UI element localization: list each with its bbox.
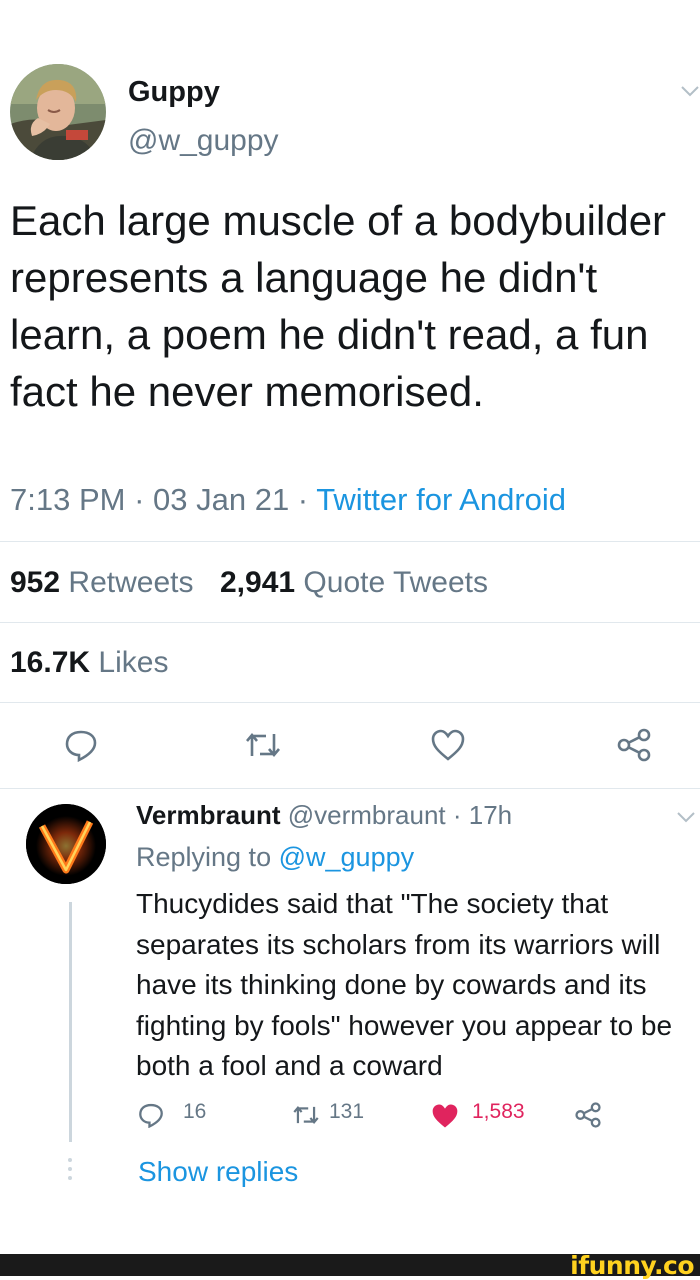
- avatar-image: [26, 804, 106, 884]
- retweets-label: Retweets: [68, 566, 194, 599]
- share-icon[interactable]: [574, 1102, 602, 1128]
- retweets-count: 952: [10, 566, 61, 599]
- liked-heart-icon[interactable]: [430, 1102, 460, 1130]
- quotes-label: Quote Tweets: [303, 566, 488, 599]
- reply-header: Vermbraunt @vermbraunt · 17h: [136, 800, 513, 830]
- tweet-source-link[interactable]: Twitter for Android: [316, 482, 566, 517]
- thread-line: [69, 902, 72, 1142]
- tweet-meta: 7:13 PM · 03 Jan 21 · Twitter for Androi…: [10, 482, 567, 517]
- tweet-date: 03 Jan 21: [153, 482, 290, 517]
- tweet-text: Each large muscle of a bodybuilder repre…: [10, 197, 667, 415]
- tweet-time: 7:13 PM: [10, 482, 126, 517]
- likes-label: Likes: [98, 646, 169, 679]
- reply-author-avatar[interactable]: [26, 804, 106, 884]
- quote-stats[interactable]: 2,941 Quote Tweets: [220, 566, 488, 600]
- reply-time: 17h: [468, 800, 513, 830]
- author-name[interactable]: Guppy: [128, 76, 220, 109]
- like-icon[interactable]: [430, 728, 466, 762]
- chevron-down-icon[interactable]: [680, 84, 700, 98]
- retweet-stats[interactable]: 952 Retweets: [10, 566, 193, 600]
- like-count: 1,583: [472, 1100, 525, 1123]
- thread-dots: [67, 1158, 73, 1185]
- divider: [0, 622, 700, 623]
- likes-count: 16.7K: [10, 646, 91, 679]
- retweet-icon[interactable]: [244, 730, 282, 760]
- show-replies-link[interactable]: Show replies: [138, 1156, 298, 1188]
- author-avatar[interactable]: [10, 64, 106, 160]
- reply-author-name[interactable]: Vermbraunt: [136, 800, 281, 830]
- share-icon[interactable]: [616, 728, 652, 762]
- replying-to-link[interactable]: @w_guppy: [279, 842, 415, 872]
- retweet-icon[interactable]: [292, 1104, 320, 1126]
- avatar-image: [10, 64, 106, 160]
- reply-count: 16: [183, 1100, 207, 1123]
- reply-text: Thucydides said that "The society that s…: [136, 888, 673, 1081]
- retweet-count: 131: [329, 1100, 365, 1123]
- chevron-down-icon[interactable]: [676, 810, 696, 824]
- reply-author-handle[interactable]: @vermbraunt: [288, 800, 446, 830]
- quotes-count: 2,941: [220, 566, 296, 599]
- divider: [0, 541, 700, 542]
- likes-stats[interactable]: 16.7K Likes: [10, 646, 168, 680]
- author-handle[interactable]: @w_guppy: [128, 124, 279, 158]
- reply-icon[interactable]: [138, 1102, 164, 1128]
- divider: [0, 788, 700, 789]
- reply-icon[interactable]: [64, 728, 98, 762]
- divider: [0, 702, 700, 703]
- replying-to: Replying to @w_guppy: [136, 842, 415, 872]
